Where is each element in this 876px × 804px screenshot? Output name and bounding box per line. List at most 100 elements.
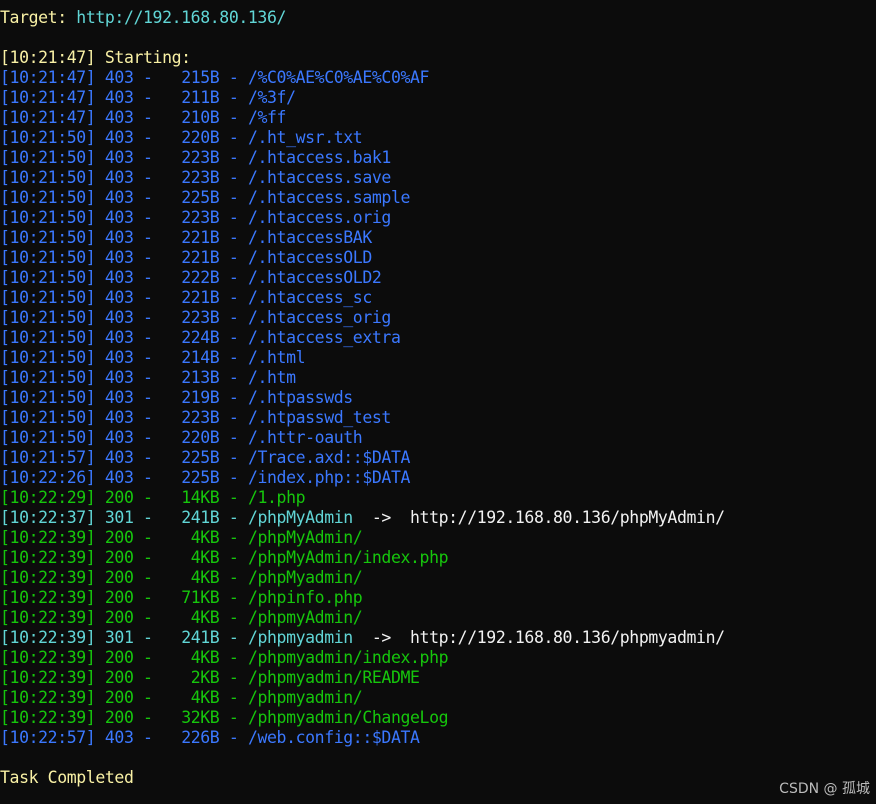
result-status: 403 (104, 288, 134, 307)
result-row: [10:22:39] 200 - 2KB - /phpmyadmin/READM… (0, 668, 420, 687)
result-status: 403 (104, 128, 134, 147)
result-time: [10:21:50] (0, 428, 96, 447)
terminal-window: Target: http://192.168.80.136/ [10:21:47… (0, 8, 876, 788)
result-status: 403 (104, 308, 134, 327)
result-size: 221B (181, 288, 220, 307)
result-row: [10:22:39] 200 - 32KB - /phpmyadmin/Chan… (0, 708, 449, 727)
result-path: /phpMyAdmin/ (247, 528, 363, 547)
result-path: /.html (247, 348, 306, 367)
result-time: [10:22:39] (0, 628, 96, 647)
result-size: 241B (181, 508, 220, 527)
result-size: 4KB (190, 648, 220, 667)
result-path: /.htaccessBAK (247, 228, 372, 247)
result-time: [10:21:50] (0, 408, 96, 427)
result-path: /.htaccess.sample (247, 188, 411, 207)
result-size: 223B (181, 408, 220, 427)
result-size: 225B (181, 188, 220, 207)
result-time: [10:22:57] (0, 728, 96, 747)
result-redirect: http://192.168.80.136/phpMyAdmin/ (410, 508, 725, 527)
task-completed: Task Completed (0, 768, 134, 787)
result-time: [10:21:50] (0, 268, 96, 287)
result-path: /.htaccess.bak1 (247, 148, 391, 167)
result-status: 301 (104, 508, 134, 527)
result-status: 403 (104, 88, 134, 107)
result-row: [10:22:39] 200 - 4KB - /phpMyAdmin/ (0, 528, 363, 547)
result-path: /.htaccessOLD (247, 248, 372, 267)
result-row: [10:21:50] 403 - 221B - /.htaccessOLD (0, 248, 372, 267)
result-time: [10:21:50] (0, 388, 96, 407)
result-path: /Trace.axd::$DATA (247, 448, 411, 467)
result-path: /.htpasswds (247, 388, 353, 407)
result-row: [10:21:50] 403 - 223B - /.htpasswd_test (0, 408, 391, 427)
result-path: /phpmyAdmin/ (247, 608, 363, 627)
result-size: 4KB (190, 528, 220, 547)
result-size: 32KB (181, 708, 220, 727)
result-size: 226B (181, 728, 220, 747)
result-status: 403 (104, 208, 134, 227)
result-size: 223B (181, 308, 220, 327)
result-path: /phpmyadmin/index.php (247, 648, 449, 667)
result-time: [10:22:39] (0, 608, 96, 627)
result-row: [10:22:39] 200 - 4KB - /phpMyAdmin/index… (0, 548, 449, 567)
result-path: /web.config::$DATA (247, 728, 420, 747)
result-size: 219B (181, 388, 220, 407)
result-row: [10:21:50] 403 - 222B - /.htaccessOLD2 (0, 268, 382, 287)
result-size: 4KB (190, 608, 220, 627)
result-time: [10:21:47] (0, 68, 96, 87)
result-row: [10:21:50] 403 - 214B - /.html (0, 348, 306, 367)
result-row: [10:21:50] 403 - 213B - /.htm (0, 368, 296, 387)
result-status: 200 (104, 648, 134, 667)
result-status: 403 (104, 168, 134, 187)
result-row: [10:21:50] 403 - 223B - /.htaccess_orig (0, 308, 391, 327)
result-size: 14KB (181, 488, 220, 507)
result-row: [10:22:29] 200 - 14KB - /1.php (0, 488, 306, 507)
result-time: [10:21:50] (0, 248, 96, 267)
target-line: Target: http://192.168.80.136/ (0, 8, 876, 28)
result-size: 223B (181, 208, 220, 227)
result-path: /phpmyadmin/ChangeLog (247, 708, 449, 727)
result-time: [10:21:50] (0, 188, 96, 207)
result-size: 221B (181, 248, 220, 267)
result-row: [10:21:50] 403 - 224B - /.htaccess_extra (0, 328, 401, 347)
result-row: [10:21:47] 403 - 215B - /%C0%AE%C0%AE%C0… (0, 68, 430, 87)
result-size: 225B (181, 468, 220, 487)
result-time: [10:22:39] (0, 708, 96, 727)
result-path: /phpmyadmin/ (247, 688, 363, 707)
result-status: 200 (104, 548, 134, 567)
result-size: 211B (181, 88, 220, 107)
result-path: /phpMyadmin/ (247, 568, 363, 587)
result-row: [10:22:37] 301 - 241B - /phpMyAdmin -> h… (0, 508, 725, 527)
watermark: CSDN @ 孤城 (779, 781, 870, 797)
result-row: [10:22:57] 403 - 226B - /web.config::$DA… (0, 728, 420, 747)
result-status: 200 (104, 668, 134, 687)
result-path: /.httr-oauth (247, 428, 363, 447)
result-path: /phpmyadmin (247, 628, 353, 647)
result-path: /%C0%AE%C0%AE%C0%AF (247, 68, 430, 87)
result-time: [10:21:50] (0, 208, 96, 227)
result-time: [10:21:47] (0, 108, 96, 127)
result-row: [10:22:39] 200 - 4KB - /phpmyadmin/ (0, 688, 363, 707)
result-path: /.htaccess_orig (247, 308, 391, 327)
result-status: 200 (104, 488, 134, 507)
result-row: [10:22:39] 200 - 71KB - /phpinfo.php (0, 588, 363, 607)
result-path: /index.php::$DATA (247, 468, 411, 487)
result-status: 403 (104, 228, 134, 247)
result-time: [10:22:26] (0, 468, 96, 487)
result-size: 215B (181, 68, 220, 87)
result-row: [10:22:39] 200 - 4KB - /phpMyadmin/ (0, 568, 363, 587)
result-time: [10:22:39] (0, 588, 96, 607)
result-status: 403 (104, 428, 134, 447)
result-status: 403 (104, 188, 134, 207)
result-status: 301 (104, 628, 134, 647)
result-size: 224B (181, 328, 220, 347)
result-status: 403 (104, 468, 134, 487)
result-status: 200 (104, 708, 134, 727)
result-time: [10:22:39] (0, 548, 96, 567)
result-time: [10:21:47] (0, 88, 96, 107)
result-size: 213B (181, 368, 220, 387)
result-row: [10:21:50] 403 - 223B - /.htaccess.bak1 (0, 148, 391, 167)
result-path: /%3f/ (247, 88, 296, 107)
result-row: [10:22:39] 301 - 241B - /phpmyadmin -> h… (0, 628, 725, 647)
result-row: [10:21:50] 403 - 223B - /.htaccess.save (0, 168, 391, 187)
